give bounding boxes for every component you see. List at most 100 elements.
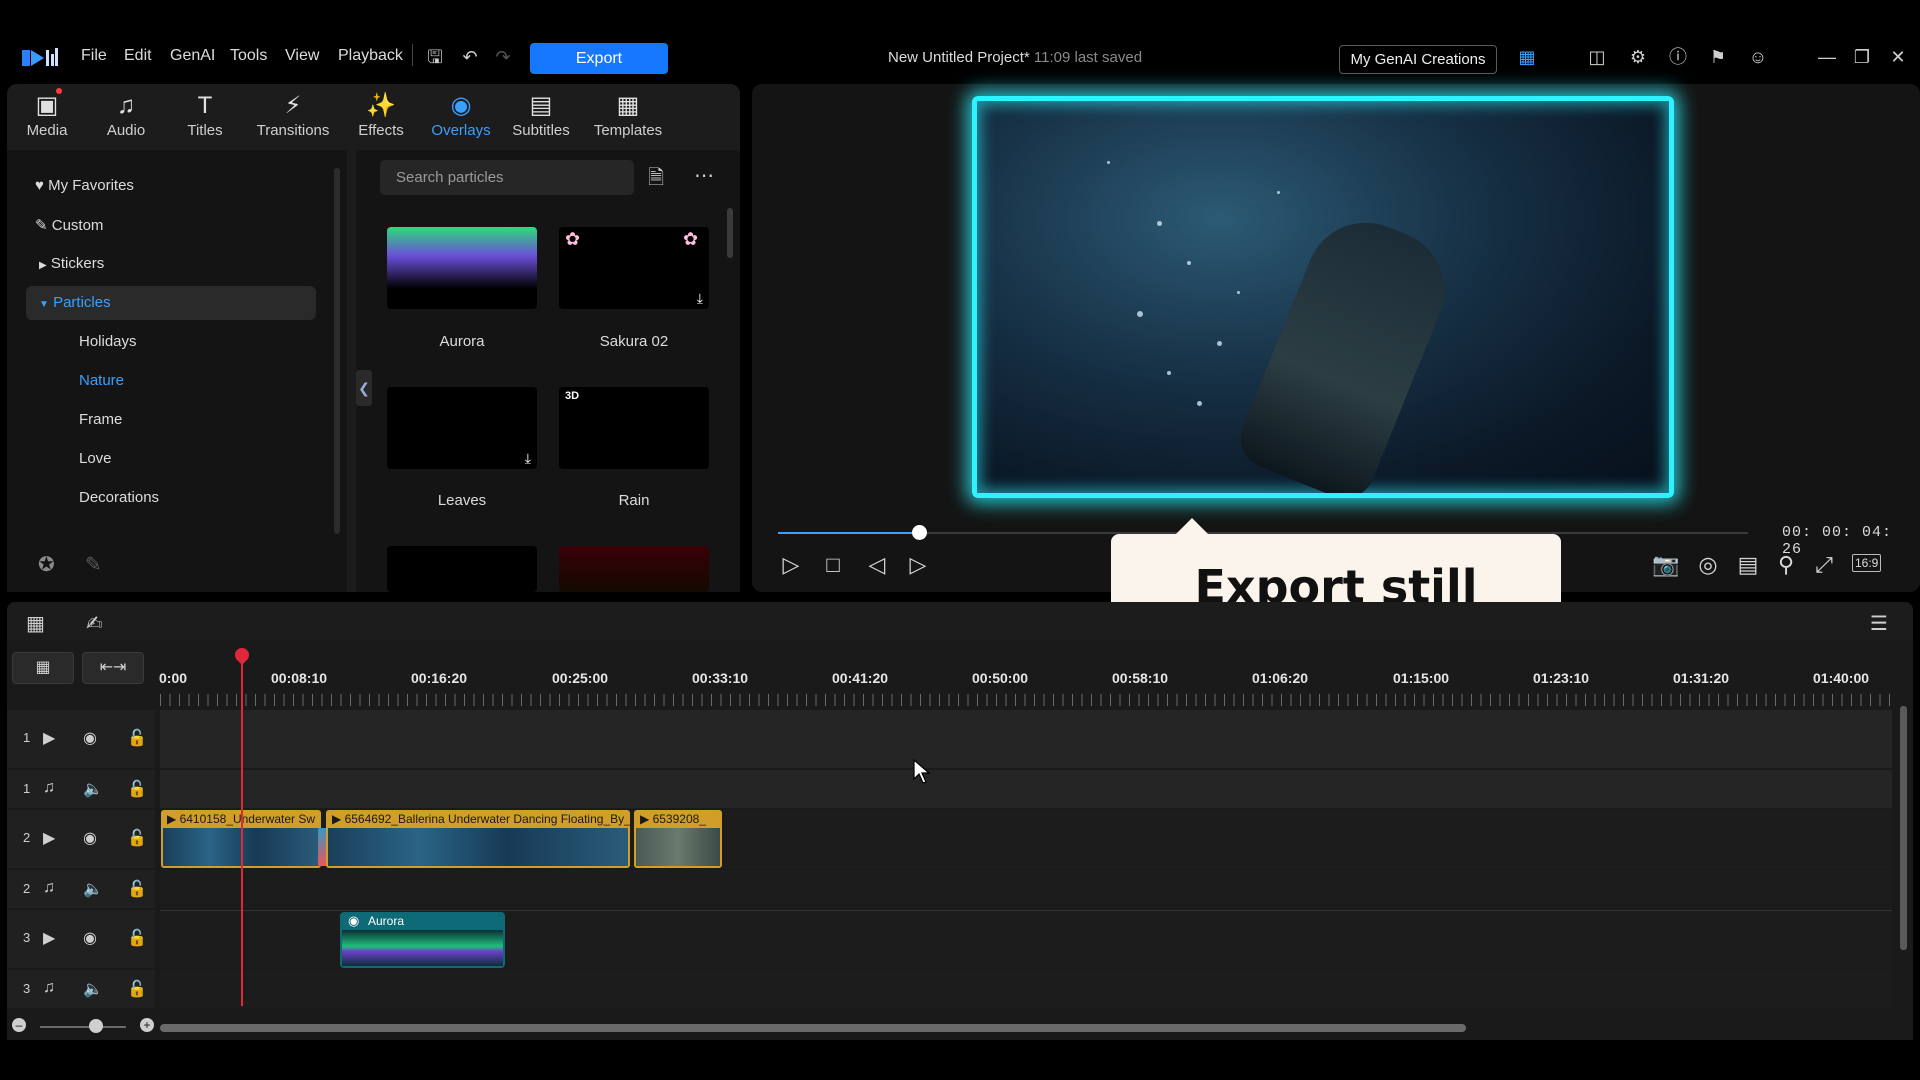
track-manager-icon[interactable]: ▦	[12, 652, 74, 684]
timeline-settings-icon[interactable]: ☰	[1870, 611, 1888, 636]
thumb-partial[interactable]	[559, 546, 709, 592]
playhead-line[interactable]	[241, 660, 243, 1006]
tree-item-holidays[interactable]: Holidays	[79, 333, 137, 350]
tree-item-decorations[interactable]: Decorations	[79, 489, 159, 506]
tree-scrollbar[interactable]	[334, 168, 340, 534]
eye-icon[interactable]: ◉	[83, 728, 97, 748]
menu-edit[interactable]: Edit	[124, 47, 152, 65]
ruler-label: 00:25:00	[552, 670, 609, 686]
redo-icon[interactable]: ↷	[492, 46, 514, 68]
tree-item-custom[interactable]: ✎ Custom	[35, 216, 103, 234]
zoom-in-icon[interactable]: +	[140, 1018, 154, 1032]
export-button[interactable]: Export	[530, 43, 668, 74]
tree-item-frame[interactable]: Frame	[79, 411, 122, 428]
edit-tools-icon[interactable]: ✍	[86, 611, 103, 636]
lock-icon[interactable]: 🔓	[127, 728, 147, 748]
more-options-icon[interactable]: ⋯	[694, 163, 714, 188]
lock-icon[interactable]: 🔓	[127, 928, 147, 948]
search-input[interactable]: Search particles	[380, 160, 634, 195]
speaker-icon[interactable]: 🔈	[83, 879, 103, 899]
tab-media[interactable]: ▣ Media	[5, 90, 89, 139]
chevron-down-icon: ▼	[39, 299, 49, 310]
grid-scrollbar[interactable]	[727, 208, 733, 258]
play-speed-icon[interactable]: ◎	[1694, 552, 1722, 578]
download-icon[interactable]: ⤓	[697, 290, 703, 307]
menu-view[interactable]: View	[285, 47, 319, 65]
save-icon[interactable]: 🖫	[424, 46, 446, 68]
speaker-icon[interactable]: 🔈	[83, 779, 103, 799]
thumb-sakura[interactable]: ✿ ✿ ⤓	[559, 227, 709, 309]
timeline-clip-video[interactable]: ▶ 6539208_	[634, 810, 722, 868]
tab-audio[interactable]: ♫ Audio	[84, 90, 168, 139]
tree-item-favorites[interactable]: ♥ My Favorites	[35, 177, 134, 194]
stop-icon[interactable]: □	[819, 552, 847, 578]
minimize-icon[interactable]: —	[1816, 46, 1838, 68]
account-icon[interactable]: ☺	[1747, 46, 1769, 68]
tab-overlays[interactable]: ◉ Overlays	[419, 90, 503, 139]
tab-titles[interactable]: T Titles	[163, 90, 247, 139]
tab-transitions[interactable]: ⚡ Transitions	[251, 90, 335, 139]
close-icon[interactable]: ✕	[1887, 46, 1909, 68]
undo-icon[interactable]: ↶	[459, 46, 481, 68]
add-tag-icon[interactable]: ✪	[38, 552, 55, 577]
help-icon[interactable]: ⓘ	[1667, 46, 1689, 68]
thumb-rain[interactable]: 3D	[559, 387, 709, 469]
subtitles-toggle-icon[interactable]: ▤	[1734, 552, 1762, 578]
menu-tools[interactable]: Tools	[230, 47, 267, 65]
tree-item-particles[interactable]: ▼ Particles	[39, 294, 111, 311]
timeline-clip-overlay-aurora[interactable]: ◉ Aurora	[340, 912, 505, 968]
tree-item-love[interactable]: Love	[79, 450, 112, 467]
lock-icon[interactable]: 🔓	[127, 779, 147, 799]
preview-scrubber-handle[interactable]	[911, 525, 927, 540]
aspect-ratio-button[interactable]: 16:9	[1852, 554, 1882, 572]
preview-video-frame[interactable]	[972, 96, 1674, 498]
layout-icon[interactable]: ◫	[1586, 46, 1608, 68]
zoom-preview-icon[interactable]: ⚲	[1772, 552, 1800, 578]
collapse-tree-chevron-left-icon[interactable]: ❮	[356, 370, 372, 406]
menu-playback[interactable]: Playback	[338, 47, 403, 65]
menu-file[interactable]: File	[81, 47, 107, 65]
thumb-leaves[interactable]: ⤓	[387, 387, 537, 469]
next-frame-icon[interactable]: ▷	[904, 552, 932, 578]
play-icon[interactable]: ▷	[777, 552, 805, 578]
zoom-slider-handle[interactable]	[89, 1019, 103, 1033]
lock-icon[interactable]: 🔓	[127, 979, 147, 999]
zoom-slider-track[interactable]	[40, 1026, 126, 1028]
download-icon[interactable]: ⤓	[525, 450, 531, 467]
eye-icon[interactable]: ◉	[83, 828, 97, 848]
timeline-vertical-scrollbar[interactable]	[1900, 706, 1907, 950]
lock-icon[interactable]: 🔓	[127, 828, 147, 848]
menu-genai[interactable]: GenAI	[170, 47, 215, 65]
tree-item-nature[interactable]: Nature	[79, 372, 124, 389]
snapshot-camera-icon[interactable]: 📷	[1652, 552, 1680, 578]
tab-templates[interactable]: ▦ Templates	[586, 90, 670, 139]
timeline-view-icon[interactable]: ▦	[26, 611, 45, 636]
fit-timeline-icon[interactable]: ⇤⇥	[82, 652, 144, 684]
timeline-clip-video[interactable]: ▶ 6564692_Ballerina Underwater Dancing F…	[326, 810, 630, 868]
track-row-audio-1[interactable]	[160, 770, 1892, 808]
settings-gear-icon[interactable]: ⚙	[1627, 46, 1649, 68]
track-row-audio-2[interactable]	[160, 870, 1892, 908]
tab-subtitles[interactable]: ▤ Subtitles	[499, 90, 583, 139]
speaker-icon[interactable]: 🔈	[83, 979, 103, 999]
tree-item-stickers[interactable]: ▶ Stickers	[39, 255, 104, 272]
tab-effects[interactable]: ✨ Effects	[339, 90, 423, 139]
zoom-out-icon[interactable]: –	[12, 1018, 26, 1032]
eye-icon[interactable]: ◉	[83, 928, 97, 948]
import-file-icon[interactable]: 🗎	[648, 163, 664, 197]
ai-assistant-icon[interactable]: ▦	[1516, 46, 1538, 68]
track-row-audio-3[interactable]	[160, 970, 1892, 1008]
my-genai-creations-button[interactable]: My GenAI Creations	[1339, 45, 1497, 74]
track-number: 1	[23, 730, 31, 745]
thumb-partial[interactable]	[387, 546, 537, 592]
restore-icon[interactable]: ❐	[1851, 46, 1873, 68]
timeline-horizontal-scrollbar[interactable]	[160, 1024, 1466, 1032]
fullscreen-icon[interactable]: ⤢	[1810, 552, 1838, 578]
track-row-video-1[interactable]	[160, 710, 1892, 768]
remove-tag-icon[interactable]: ✎	[85, 552, 102, 577]
previous-frame-icon[interactable]: ◁	[863, 552, 891, 578]
lock-icon[interactable]: 🔓	[127, 879, 147, 899]
thumb-aurora[interactable]	[387, 227, 537, 309]
chevron-right-icon: ▶	[39, 260, 47, 271]
notification-icon[interactable]: ⚑	[1707, 46, 1729, 68]
